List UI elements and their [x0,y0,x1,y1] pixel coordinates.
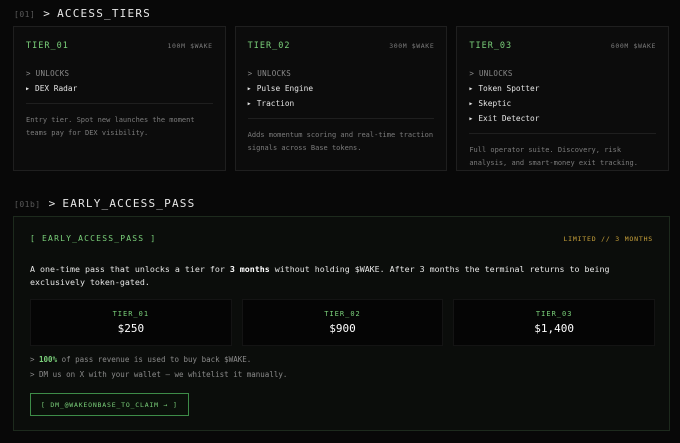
section-title: > ACCESS_TIERS [43,7,151,20]
triangle-bullet-icon: ▶ [247,100,251,107]
unlocks-label: > UNLOCKS [469,69,513,78]
section-title-text: ACCESS_TIERS [57,7,151,20]
feature-label: Token Spotter [478,84,540,93]
section-title-text: EARLY_ACCESS_PASS [62,197,196,210]
divider [26,103,213,104]
buyback-percent: 100% [39,355,58,364]
feature-label: Traction [256,99,295,108]
feature-label: Pulse Engine [256,84,314,93]
pass-copy-duration: 3 months [229,264,270,274]
triangle-bullet-icon: ▶ [26,85,30,92]
price-value: $900 [329,322,356,335]
feature-label: Skeptic [478,99,512,108]
section-title: > EARLY_ACCESS_PASS [49,197,196,210]
divider [247,118,435,119]
unlocks-label: > UNLOCKS [247,69,292,78]
feature-item: ▶ Pulse Engine [248,84,435,93]
triangle-bullet-icon: ▶ [469,115,473,122]
unlocks-label: > UNLOCKS [26,69,70,78]
tier-cards: TIER_01 100M $WAKE > UNLOCKS ▶ DEX Radar … [13,26,670,171]
pass-prices: TIER_01 $250 TIER_02 $900 TIER_03 $1,400 [30,299,656,346]
tier-card-1: TIER_01 100M $WAKE > UNLOCKS ▶ DEX Radar … [13,26,226,171]
tier-name: TIER_01 [26,41,69,51]
tier-description: Adds momentum scoring and real-time trac… [247,131,434,152]
buyback-note: > 100% of pass revenue is used to buy ba… [30,355,251,364]
price-tier-name: TIER_02 [324,310,361,318]
pass-price-tier-3: TIER_03 $1,400 [453,299,656,346]
tier-card-2: TIER_02 300M $WAKE > UNLOCKS ▶ Pulse Engi… [234,26,448,171]
tier-price: 600M $WAKE [610,42,657,50]
divider [469,133,657,134]
claim-button[interactable]: [ DM_@WAKEONBASE_TO_CLAIM → ] [30,393,189,416]
feature-item: ▶ Exit Detector [469,114,656,123]
tier-card-3: TIER_03 600M $WAKE > UNLOCKS ▶ Token Spot… [456,26,670,171]
price-tier-name: TIER_01 [112,310,150,318]
early-access-panel: [ EARLY_ACCESS_PASS ] LIMITED // 3 MONTH… [13,216,670,431]
feature-item: ▶ Traction [248,99,435,108]
pass-copy-pre: A one-time pass that unlocks a tier for [30,264,230,274]
dm-note: > DM us on X with your wallet — we white… [30,370,288,379]
limited-badge: LIMITED // 3 MONTHS [563,235,653,243]
pass-label: [ EARLY_ACCESS_PASS ] [30,234,157,243]
note-prefix: > [30,355,40,364]
tier-price: 100M $WAKE [167,42,213,50]
tier-price: 300M $WAKE [389,42,435,50]
triangle-bullet-icon: ▶ [469,85,473,92]
access-tiers-header: [01] > ACCESS_TIERS [14,7,151,20]
feature-item: ▶ Skeptic [469,99,656,108]
pass-price-tier-2: TIER_02 $900 [241,299,444,346]
triangle-bullet-icon: ▶ [247,85,251,92]
prompt-glyph: > [43,7,52,20]
price-value: $1,400 [534,322,575,335]
section-tag: [01b] [14,200,41,209]
prompt-glyph: > [48,197,57,210]
early-access-header: [01b] > EARLY_ACCESS_PASS [14,197,195,210]
feature-item: ▶ DEX Radar [26,84,213,93]
feature-label: DEX Radar [35,84,78,93]
section-tag: [01] [14,10,36,19]
feature-label: Exit Detector [478,114,540,123]
tier-name: TIER_03 [469,41,513,51]
tier-description: Entry tier. Spot new launches the moment… [26,116,195,137]
triangle-bullet-icon: ▶ [469,100,473,107]
pass-price-tier-1: TIER_01 $250 [30,299,232,346]
price-tier-name: TIER_03 [535,310,573,318]
price-value: $250 [117,322,145,335]
feature-item: ▶ Token Spotter [469,84,656,93]
pass-description: A one-time pass that unlocks a tier for … [30,263,655,289]
tier-name: TIER_02 [247,41,291,51]
note-rest: of pass revenue is used to buy back $WAK… [57,355,252,364]
tier-description: Full operator suite. Discovery, risk ana… [469,146,638,167]
